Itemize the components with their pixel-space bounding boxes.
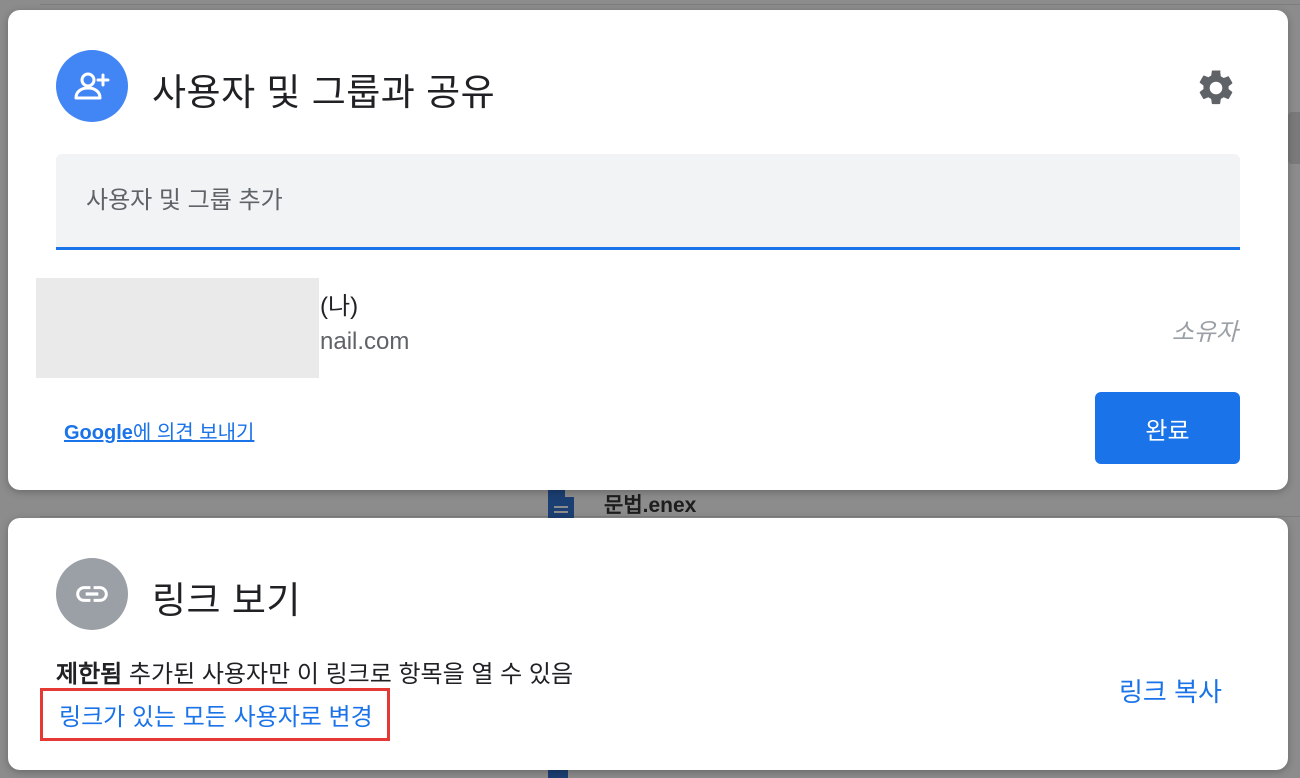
gear-icon-svg <box>1199 70 1233 105</box>
person-add-icon <box>56 50 128 122</box>
link-icon <box>56 558 128 630</box>
bg-file-row: 문법.enex <box>548 488 696 520</box>
share-dialog-title: 사용자 및 그룹과 공유 <box>152 72 496 113</box>
restricted-desc: 추가된 사용자만 이 링크로 항목을 열 수 있음 <box>128 661 574 688</box>
feedback-brand: Google <box>64 422 133 444</box>
done-button[interactable]: 완료 <box>1095 392 1240 464</box>
add-people-field[interactable] <box>56 154 1240 250</box>
copy-link-button[interactable]: 링크 복사 <box>1119 672 1222 709</box>
share-dialog: 사용자 및 그룹과 공유 (나) nail.com 소유자 Google에 의견… <box>8 10 1288 490</box>
restricted-label: 제한됨 <box>56 661 123 688</box>
add-people-input[interactable] <box>86 186 1240 215</box>
owner-role-label: 소유자 <box>1171 319 1238 346</box>
document-icon <box>548 488 574 520</box>
bg-divider <box>40 4 1300 5</box>
redacted-user-info <box>36 278 319 378</box>
owner-row: (나) nail.com 소유자 <box>36 278 1238 378</box>
person-add-icon-svg <box>74 72 110 100</box>
link-dialog-title: 링크 보기 <box>152 580 301 621</box>
gear-icon[interactable] <box>1194 66 1238 110</box>
bg-scroll-marker <box>1288 112 1300 164</box>
change-to-anyone-link[interactable]: 링크가 있는 모든 사용자로 변경 <box>40 688 390 741</box>
link-access-description: 제한됨 추가된 사용자만 이 링크로 항목을 열 수 있음 <box>56 654 573 689</box>
owner-name-suffix: (나) <box>320 293 359 320</box>
feedback-text: 에 의견 보내기 <box>132 422 255 444</box>
owner-email-suffix: nail.com <box>320 328 410 355</box>
link-dialog: 링크 보기 제한됨 추가된 사용자만 이 링크로 항목을 열 수 있음 링크가 … <box>8 518 1288 770</box>
bg-file-name: 문법.enex <box>604 494 697 517</box>
link-icon-svg <box>76 586 108 602</box>
send-feedback-link[interactable]: Google에 의견 보내기 <box>64 416 254 445</box>
